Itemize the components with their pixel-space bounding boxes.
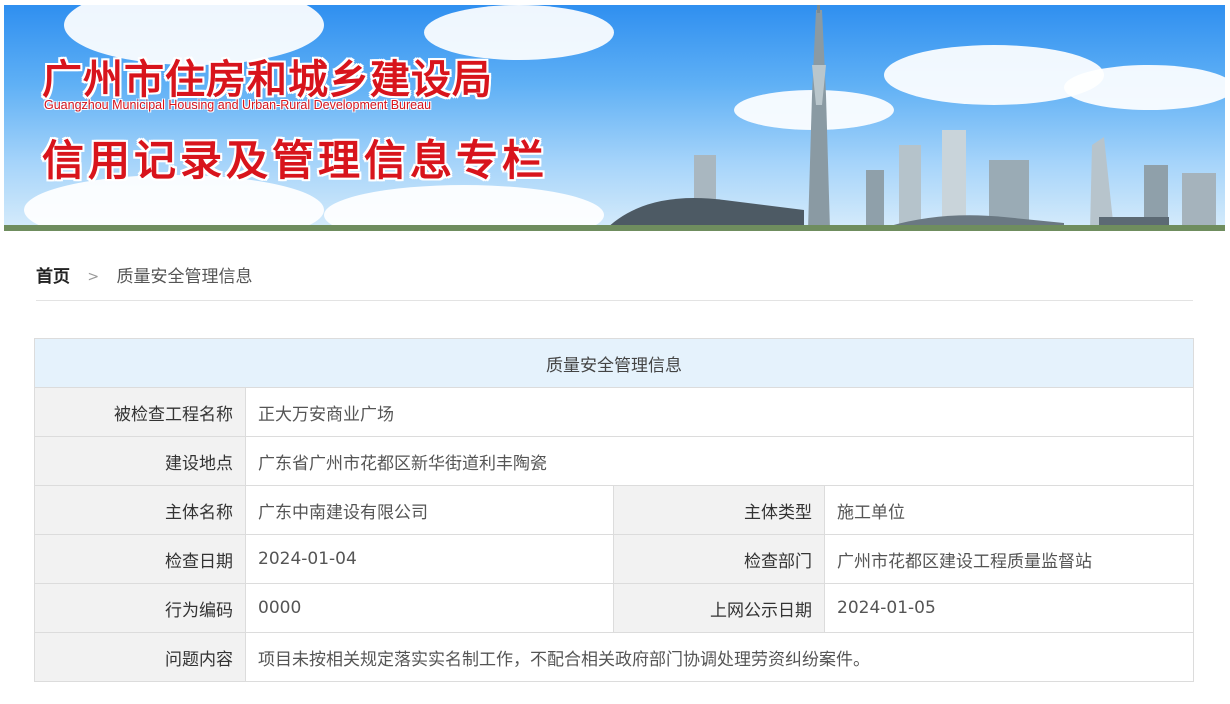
inspect-date-label: 检查日期	[34, 534, 246, 584]
publish-date-value: 2024-01-05	[824, 583, 1194, 633]
inspect-dept-label: 检查部门	[613, 534, 825, 584]
table-row: 检查日期 2024-01-04 检查部门 广州市花都区建设工程质量监督站	[34, 534, 1194, 584]
inspect-date-value: 2024-01-04	[245, 534, 614, 584]
table-caption: 质量安全管理信息	[34, 338, 1194, 388]
location-label: 建设地点	[34, 436, 246, 486]
header-banner: 广州市住房和城乡建设局 Guangzhou Municipal Housing …	[4, 5, 1225, 231]
project-name-label: 被检查工程名称	[34, 387, 246, 437]
city-skyline-illustration	[4, 5, 1225, 231]
breadcrumb: 首页 > 质量安全管理信息	[36, 262, 1193, 301]
behavior-code-value: 0000	[245, 583, 614, 633]
entity-name-label: 主体名称	[34, 485, 246, 535]
breadcrumb-current: 质量安全管理信息	[116, 267, 253, 287]
bureau-title: 广州市住房和城乡建设局	[42, 57, 493, 103]
table-caption-row: 质量安全管理信息	[34, 338, 1194, 388]
quality-safety-info-table: 质量安全管理信息 被检查工程名称 正大万安商业广场 建设地点 广东省广州市花都区…	[34, 338, 1194, 682]
table-row: 被检查工程名称 正大万安商业广场	[34, 387, 1194, 437]
entity-type-value: 施工单位	[824, 485, 1194, 535]
publish-date-label: 上网公示日期	[613, 583, 825, 633]
breadcrumb-home-link[interactable]: 首页	[36, 267, 70, 287]
table-row: 建设地点 广东省广州市花都区新华街道利丰陶瓷	[34, 436, 1194, 486]
behavior-code-label: 行为编码	[34, 583, 246, 633]
issue-label: 问题内容	[34, 632, 246, 682]
table-row: 问题内容 项目未按相关规定落实实名制工作，不配合相关政府部门协调处理劳资纠纷案件…	[34, 632, 1194, 682]
entity-name-value: 广东中南建设有限公司	[245, 485, 614, 535]
table-row: 行为编码 0000 上网公示日期 2024-01-05	[34, 583, 1194, 633]
bureau-subtitle: Guangzhou Municipal Housing and Urban-Ru…	[44, 98, 432, 112]
issue-value: 项目未按相关规定落实实名制工作，不配合相关政府部门协调处理劳资纠纷案件。	[245, 632, 1194, 682]
inspect-dept-value: 广州市花都区建设工程质量监督站	[824, 534, 1194, 584]
table-row: 主体名称 广东中南建设有限公司 主体类型 施工单位	[34, 485, 1194, 535]
chevron-right-icon: >	[87, 269, 100, 285]
column-slogan: 信用记录及管理信息专栏	[42, 136, 549, 185]
location-value: 广东省广州市花都区新华街道利丰陶瓷	[245, 436, 1194, 486]
project-name-value: 正大万安商业广场	[245, 387, 1194, 437]
entity-type-label: 主体类型	[613, 485, 825, 535]
